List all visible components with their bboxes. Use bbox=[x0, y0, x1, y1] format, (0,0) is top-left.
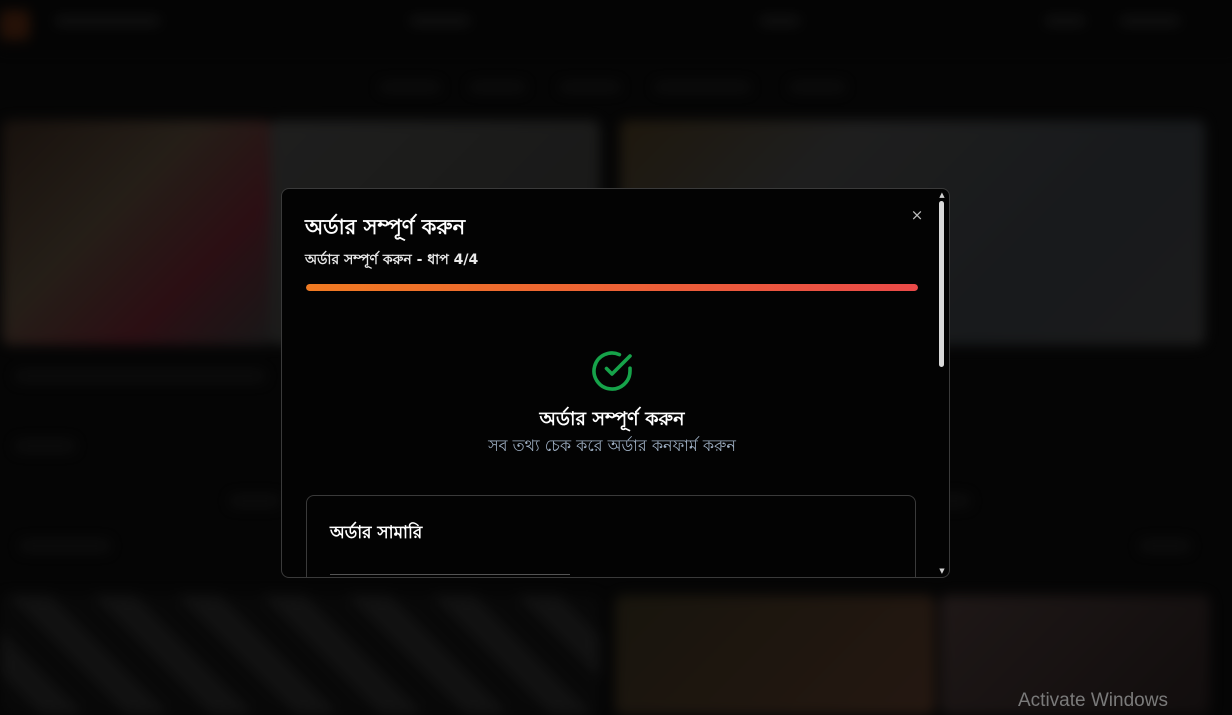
close-icon[interactable]: × bbox=[906, 204, 928, 226]
order-summary-card: অর্ডার সামারি bbox=[306, 495, 916, 577]
order-summary-partial-row bbox=[330, 574, 570, 577]
activate-windows-watermark: Activate Windows bbox=[1018, 690, 1168, 711]
dialog-scroll-area[interactable]: অর্ডার সম্পূর্ণ করুন অর্ডার সম্পূর্ণ করু… bbox=[282, 189, 934, 577]
order-summary-title: অর্ডার সামারি bbox=[330, 523, 423, 543]
scrollbar-thumb[interactable] bbox=[939, 201, 944, 367]
progress-bar bbox=[306, 284, 918, 291]
step-description: সব তথ্য চেক করে অর্ডার কনফার্ম করুন bbox=[488, 436, 736, 455]
scroll-up-arrow-icon[interactable]: ▲ bbox=[938, 191, 946, 199]
scroll-down-arrow-icon[interactable]: ▼ bbox=[938, 567, 946, 575]
dialog-step-indicator: অর্ডার সম্পূর্ণ করুন - ধাপ 4/4 bbox=[305, 252, 479, 268]
dialog-scrollbar[interactable]: ▲ ▼ bbox=[935, 189, 949, 577]
order-complete-dialog: অর্ডার সম্পূর্ণ করুন অর্ডার সম্পূর্ণ করু… bbox=[281, 188, 950, 578]
dialog-title: অর্ডার সম্পূর্ণ করুন bbox=[305, 215, 466, 239]
progress-bar-fill bbox=[306, 284, 918, 291]
check-circle-icon bbox=[592, 351, 632, 391]
